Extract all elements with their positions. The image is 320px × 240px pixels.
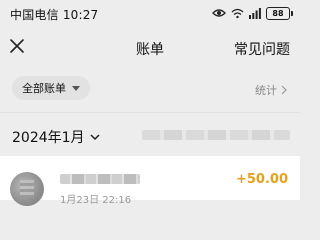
- carrier-time: 中国电信 10:27: [10, 8, 99, 22]
- record-time: 1月23日 22:16: [60, 195, 132, 206]
- all-bills-filter[interactable]: 全部账单: [12, 76, 90, 100]
- record-name-redacted: [60, 174, 140, 184]
- signal-icon: [249, 7, 261, 19]
- list-item[interactable]: 1月23日 22:16 +50.00: [0, 156, 300, 206]
- battery-icon: 88: [266, 6, 293, 20]
- chevron-right-icon: [281, 85, 287, 95]
- status-bar: 中国电信 10:27 88: [0, 0, 300, 28]
- chevron-down-icon: [90, 133, 100, 140]
- filter-row: 全部账单 统计: [0, 66, 300, 112]
- all-bills-label: 全部账单: [22, 82, 66, 95]
- month-row: 2024年1月: [0, 112, 300, 157]
- month-label: 2024年1月: [12, 130, 85, 146]
- stats-label: 统计: [255, 84, 277, 97]
- wifi-icon: [231, 8, 244, 18]
- month-selector[interactable]: 2024年1月: [12, 127, 100, 147]
- system-icons: 88: [212, 6, 293, 20]
- avatar: [10, 172, 44, 206]
- stats-button[interactable]: 统计: [255, 82, 288, 98]
- record-list: 1月23日 22:16 +50.00: [0, 156, 300, 206]
- month-summary-redacted: [142, 130, 290, 140]
- eye-icon: [212, 9, 226, 17]
- nav-bar: 账单 常见问题: [0, 28, 300, 66]
- record-amount: +50.00: [235, 172, 288, 187]
- caret-down-icon: [72, 85, 80, 91]
- faq-button[interactable]: 常见问题: [234, 39, 290, 59]
